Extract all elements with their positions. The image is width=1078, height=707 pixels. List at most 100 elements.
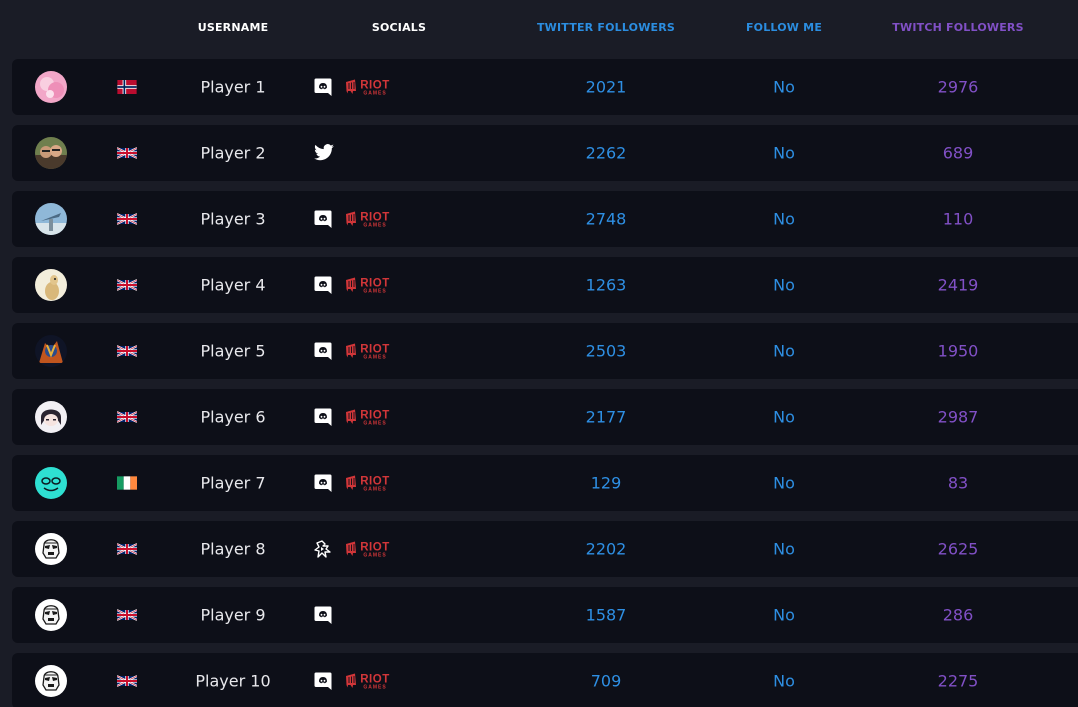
- player-username[interactable]: Player 9: [200, 606, 265, 625]
- twitch-followers-count: 689: [942, 143, 974, 163]
- column-header-socials[interactable]: SOCIALS: [372, 21, 426, 34]
- twitch-followers-count: 2275: [937, 671, 979, 691]
- discord-icon[interactable]: [313, 473, 333, 493]
- player-username[interactable]: Player 6: [200, 408, 265, 427]
- twitch-followers-count: 1950: [937, 341, 979, 361]
- column-header-username[interactable]: USERNAME: [198, 21, 269, 34]
- twitch-followers-count: 2987: [937, 407, 979, 427]
- player-socials: RIOT GAMES: [313, 407, 393, 427]
- table-row[interactable]: Player 5 RIOT GAMES 2503 No 1950: [12, 323, 1078, 379]
- riot-games-logo[interactable]: RIOT GAMES: [345, 276, 393, 294]
- fortnite-icon[interactable]: [313, 539, 333, 559]
- avatar[interactable]: [35, 401, 67, 433]
- player-socials: [313, 144, 335, 162]
- uk-flag: [117, 608, 137, 622]
- svg-text:GAMES: GAMES: [363, 553, 386, 559]
- player-table-body: Player 1 RIOT GAMES 2021 No 2976 Player 2 2262 N…: [12, 59, 1078, 707]
- twitch-followers-count: 110: [942, 209, 974, 229]
- player-socials: RIOT GAMES: [313, 671, 393, 691]
- norway-flag: [117, 80, 137, 94]
- table-row[interactable]: Player 3 RIOT GAMES 2748 No 110: [12, 191, 1078, 247]
- player-socials: RIOT GAMES: [313, 473, 393, 493]
- uk-flag: [117, 146, 137, 160]
- discord-icon[interactable]: [313, 407, 333, 427]
- avatar[interactable]: [35, 665, 67, 697]
- riot-games-logo[interactable]: RIOT GAMES: [345, 672, 393, 690]
- uk-flag: [117, 542, 137, 556]
- table-row[interactable]: Player 2 2262 No 689: [12, 125, 1078, 181]
- riot-games-logo[interactable]: RIOT GAMES: [345, 78, 393, 96]
- player-username[interactable]: Player 2: [200, 144, 265, 163]
- avatar[interactable]: [35, 203, 67, 235]
- avatar[interactable]: [35, 533, 67, 565]
- table-row[interactable]: Player 1 RIOT GAMES 2021 No 2976: [12, 59, 1078, 115]
- riot-games-logo[interactable]: RIOT GAMES: [345, 342, 393, 360]
- discord-icon[interactable]: [313, 671, 333, 691]
- twitter-followers-count: 2177: [585, 407, 627, 427]
- table-row[interactable]: Player 8 RIOT GAMES 2202 No 2625: [12, 521, 1078, 577]
- uk-flag: [117, 212, 137, 226]
- twitter-followers-count: 129: [590, 473, 622, 493]
- player-username[interactable]: Player 5: [200, 342, 265, 361]
- twitter-icon[interactable]: [313, 144, 335, 162]
- player-username[interactable]: Player 4: [200, 276, 265, 295]
- svg-text:GAMES: GAMES: [363, 355, 386, 361]
- follow-me-status: No: [773, 407, 795, 427]
- avatar[interactable]: [35, 269, 67, 301]
- discord-icon[interactable]: [313, 209, 333, 229]
- table-row[interactable]: Player 10 RIOT GAMES 709 No 2275: [12, 653, 1078, 707]
- player-socials: RIOT GAMES: [313, 209, 393, 229]
- avatar[interactable]: [35, 467, 67, 499]
- follow-me-status: No: [773, 209, 795, 229]
- twitter-followers-count: 2202: [585, 539, 627, 559]
- follow-me-status: No: [773, 143, 795, 163]
- player-username[interactable]: Player 8: [200, 540, 265, 559]
- svg-text:GAMES: GAMES: [363, 289, 386, 295]
- table-row[interactable]: Player 4 RIOT GAMES 1263 No 2419: [12, 257, 1078, 313]
- twitter-followers-count: 2748: [585, 209, 627, 229]
- player-socials: [313, 605, 333, 625]
- follow-me-status: No: [773, 473, 795, 493]
- discord-icon[interactable]: [313, 77, 333, 97]
- twitter-followers-count: 2503: [585, 341, 627, 361]
- riot-games-logo[interactable]: RIOT GAMES: [345, 474, 393, 492]
- table-row[interactable]: Player 7 RIOT GAMES 129 No 83: [12, 455, 1078, 511]
- player-socials: RIOT GAMES: [313, 539, 393, 559]
- avatar[interactable]: [35, 599, 67, 631]
- player-username[interactable]: Player 1: [200, 78, 265, 97]
- table-header: USERNAME SOCIALS TWITTER FOLLOWERS FOLLO…: [0, 0, 1078, 56]
- player-socials: RIOT GAMES: [313, 341, 393, 361]
- table-row[interactable]: Player 9 1587 No 286: [12, 587, 1078, 643]
- column-header-twitter-followers[interactable]: TWITTER FOLLOWERS: [537, 21, 675, 34]
- twitter-followers-count: 1587: [585, 605, 627, 625]
- follow-me-status: No: [773, 539, 795, 559]
- table-row[interactable]: Player 6 RIOT GAMES 2177 No 2987: [12, 389, 1078, 445]
- avatar[interactable]: [35, 137, 67, 169]
- svg-text:GAMES: GAMES: [363, 685, 386, 691]
- player-username[interactable]: Player 3: [200, 210, 265, 229]
- uk-flag: [117, 278, 137, 292]
- twitch-followers-count: 83: [947, 473, 969, 493]
- avatar[interactable]: [35, 71, 67, 103]
- discord-icon[interactable]: [313, 605, 333, 625]
- follow-me-status: No: [773, 605, 795, 625]
- riot-games-logo[interactable]: RIOT GAMES: [345, 408, 393, 426]
- player-username[interactable]: Player 10: [195, 672, 270, 691]
- follow-me-status: No: [773, 275, 795, 295]
- avatar[interactable]: [35, 335, 67, 367]
- twitter-followers-count: 2262: [585, 143, 627, 163]
- uk-flag: [117, 674, 137, 688]
- riot-games-logo[interactable]: RIOT GAMES: [345, 540, 393, 558]
- player-socials: RIOT GAMES: [313, 275, 393, 295]
- player-username[interactable]: Player 7: [200, 474, 265, 493]
- column-header-follow-me[interactable]: FOLLOW ME: [746, 21, 822, 34]
- column-header-twitch-followers[interactable]: TWITCH FOLLOWERS: [892, 21, 1023, 34]
- player-socials: RIOT GAMES: [313, 77, 393, 97]
- uk-flag: [117, 410, 137, 424]
- discord-icon[interactable]: [313, 341, 333, 361]
- follow-me-status: No: [773, 341, 795, 361]
- riot-games-logo[interactable]: RIOT GAMES: [345, 210, 393, 228]
- twitter-followers-count: 709: [590, 671, 622, 691]
- discord-icon[interactable]: [313, 275, 333, 295]
- follow-me-status: No: [773, 77, 795, 97]
